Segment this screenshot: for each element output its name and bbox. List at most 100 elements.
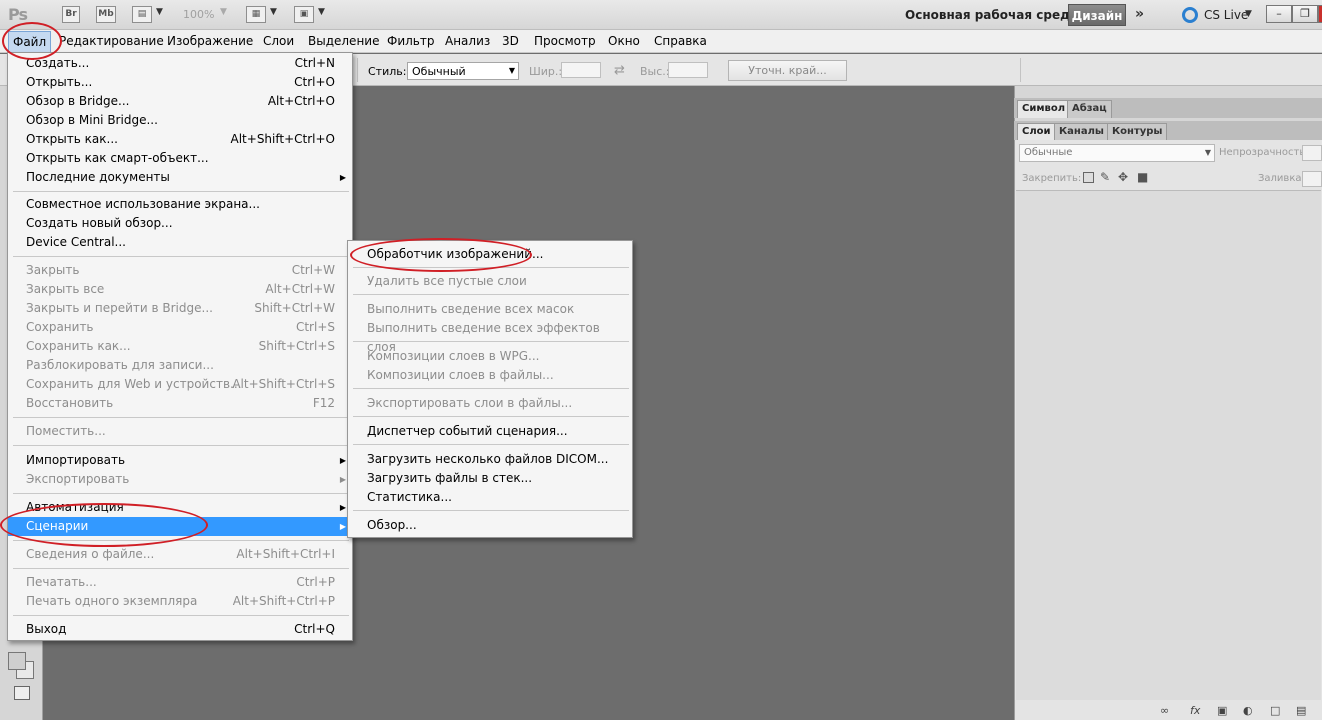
menu-item-label: Обзор в Mini Bridge... bbox=[26, 113, 158, 127]
mini-bridge-button[interactable]: Mb bbox=[96, 6, 116, 23]
file-place[interactable]: Поместить... bbox=[8, 422, 352, 441]
menu-file[interactable]: Файл bbox=[8, 31, 52, 53]
file-save-for-web[interactable]: Сохранить для Web и устройств... Alt+Shif… bbox=[8, 375, 352, 394]
scripts-flatten-masks[interactable]: Выполнить сведение всех масок bbox=[348, 300, 632, 319]
cs-live-dropdown-icon[interactable]: ▼ bbox=[1245, 9, 1252, 19]
extras-icon[interactable]: ▤ bbox=[132, 6, 152, 23]
menu-item-label: Диспетчер событий сценария... bbox=[367, 424, 568, 438]
workspace-design-button[interactable]: Дизайн bbox=[1068, 4, 1126, 26]
menu-item-shortcut: Alt+Shift+Ctrl+P bbox=[232, 594, 335, 608]
screen-mode-dropdown-icon[interactable]: ▼ bbox=[318, 7, 325, 17]
arrange-dropdown-icon[interactable]: ▼ bbox=[270, 7, 277, 17]
lock-all-icon[interactable]: ■ bbox=[1137, 170, 1148, 184]
submenu-arrow-icon: ▶ bbox=[339, 503, 346, 512]
file-export[interactable]: Экспортировать ▶ bbox=[8, 470, 352, 489]
file-close[interactable]: Закрыть Ctrl+W bbox=[8, 261, 352, 280]
scripts-load-stack[interactable]: Загрузить файлы в стек... bbox=[348, 469, 632, 488]
more-workspaces-icon[interactable]: » bbox=[1135, 6, 1144, 22]
bridge-button[interactable]: Br bbox=[62, 6, 80, 23]
scripts-statistics[interactable]: Статистика... bbox=[348, 488, 632, 507]
arrange-documents-icon[interactable]: ▦ bbox=[246, 6, 266, 23]
menu-select[interactable]: Выделение bbox=[308, 34, 379, 48]
scripts-image-processor[interactable]: Обработчик изображений... bbox=[348, 245, 632, 264]
width-input[interactable] bbox=[561, 62, 601, 78]
cs-live-menu[interactable]: CS Live bbox=[1204, 8, 1248, 22]
file-save[interactable]: Сохранить Ctrl+S bbox=[8, 318, 352, 337]
file-print[interactable]: Печатать... Ctrl+P bbox=[8, 573, 352, 592]
menu-filter[interactable]: Фильтр bbox=[387, 34, 434, 48]
lock-pixels-icon[interactable]: ✎ bbox=[1100, 170, 1110, 184]
refine-edge-button[interactable]: Уточн. край... bbox=[728, 60, 847, 81]
menu-separator bbox=[353, 444, 629, 445]
tab-channels[interactable]: Каналы bbox=[1054, 123, 1109, 141]
scripts-delete-empty-layers[interactable]: Удалить все пустые слои bbox=[348, 272, 632, 291]
style-select[interactable]: Обычный ▼ bbox=[407, 62, 519, 80]
zoom-dropdown-icon[interactable]: ▼ bbox=[220, 7, 227, 17]
menu-layers[interactable]: Слои bbox=[263, 34, 294, 48]
lock-transparency-icon[interactable] bbox=[1083, 172, 1094, 183]
menu-3d[interactable]: 3D bbox=[502, 34, 519, 48]
menu-image[interactable]: Изображение bbox=[167, 34, 253, 48]
file-exit[interactable]: Выход Ctrl+Q bbox=[8, 620, 352, 639]
scripts-flatten-effects[interactable]: Выполнить сведение всех эффектов слоя bbox=[348, 319, 632, 354]
menu-edit[interactable]: Редактирование bbox=[59, 34, 164, 48]
menu-window[interactable]: Окно bbox=[608, 34, 640, 48]
file-print-one-copy[interactable]: Печать одного экземпляра Alt+Shift+Ctrl+P bbox=[8, 592, 352, 611]
file-revert[interactable]: Восстановить F12 bbox=[8, 394, 352, 413]
menu-analysis[interactable]: Анализ bbox=[445, 34, 490, 48]
layer-style-icon[interactable]: fx bbox=[1190, 704, 1200, 717]
restore-icon[interactable]: ❐ bbox=[1292, 5, 1318, 23]
screen-mode-icon[interactable]: ▣ bbox=[294, 6, 314, 23]
tab-paths[interactable]: Контуры bbox=[1107, 123, 1168, 141]
workspace-essentials[interactable]: Основная рабочая среда bbox=[905, 8, 1078, 22]
file-check-in[interactable]: Разблокировать для записи... bbox=[8, 356, 352, 375]
tab-paragraph[interactable]: Абзац bbox=[1067, 100, 1112, 118]
new-group-icon[interactable]: □ bbox=[1270, 704, 1280, 717]
file-open-smart-object[interactable]: Открыть как смарт-объект... bbox=[8, 149, 352, 168]
file-info[interactable]: Сведения о файле... Alt+Shift+Ctrl+I bbox=[8, 545, 352, 564]
scripts-events-manager[interactable]: Диспетчер событий сценария... bbox=[348, 422, 632, 441]
tab-character[interactable]: Символ bbox=[1017, 100, 1071, 118]
foreground-color-swatch[interactable] bbox=[8, 652, 26, 670]
scripts-browse[interactable]: Обзор... bbox=[348, 516, 632, 535]
file-automate[interactable]: Автоматизация ▶ bbox=[8, 498, 352, 517]
zoom-level[interactable]: 100% bbox=[183, 8, 214, 21]
tab-layers[interactable]: Слои bbox=[1017, 123, 1056, 141]
menu-view[interactable]: Просмотр bbox=[534, 34, 596, 48]
opacity-input[interactable] bbox=[1302, 145, 1322, 161]
scripts-comps-to-wpg[interactable]: Композиции слоев в WPG... bbox=[348, 347, 632, 366]
swap-dimensions-icon[interactable]: ⇄ bbox=[614, 63, 625, 78]
fill-input[interactable] bbox=[1302, 171, 1322, 187]
file-create-review[interactable]: Создать новый обзор... bbox=[8, 214, 352, 233]
file-import[interactable]: Импортировать ▶ bbox=[8, 451, 352, 470]
file-browse-bridge[interactable]: Обзор в Bridge... Alt+Ctrl+O bbox=[8, 92, 352, 111]
adjustment-layer-icon[interactable]: ◐ bbox=[1243, 704, 1253, 717]
menu-help[interactable]: Справка bbox=[654, 34, 707, 48]
file-open-as[interactable]: Открыть как... Alt+Shift+Ctrl+O bbox=[8, 130, 352, 149]
height-input[interactable] bbox=[668, 62, 708, 78]
cs-live-icon[interactable] bbox=[1182, 7, 1198, 23]
file-browse-mini-bridge[interactable]: Обзор в Mini Bridge... bbox=[8, 111, 352, 130]
file-share-screen[interactable]: Совместное использование экрана... bbox=[8, 195, 352, 214]
scripts-export-layers[interactable]: Экспортировать слои в файлы... bbox=[348, 394, 632, 413]
file-open[interactable]: Открыть... Ctrl+O bbox=[8, 73, 352, 92]
file-close-all[interactable]: Закрыть все Alt+Ctrl+W bbox=[8, 280, 352, 299]
file-scripts[interactable]: Сценарии ▶ bbox=[8, 517, 352, 536]
add-mask-icon[interactable]: ▣ bbox=[1217, 704, 1227, 717]
file-device-central[interactable]: Device Central... bbox=[8, 233, 352, 252]
scripts-load-dicom[interactable]: Загрузить несколько файлов DICOM... bbox=[348, 450, 632, 469]
close-icon[interactable] bbox=[1318, 5, 1322, 23]
file-recent[interactable]: Последние документы ▶ bbox=[8, 168, 352, 187]
file-save-as[interactable]: Сохранить как... Shift+Ctrl+S bbox=[8, 337, 352, 356]
extras-dropdown-icon[interactable]: ▼ bbox=[156, 7, 163, 17]
link-layers-icon[interactable]: ∞ bbox=[1160, 704, 1169, 717]
blend-mode-select[interactable]: Обычные ▼ bbox=[1019, 144, 1215, 162]
scripts-comps-to-files[interactable]: Композиции слоев в файлы... bbox=[348, 366, 632, 385]
minimize-icon[interactable]: – bbox=[1266, 5, 1292, 23]
lock-position-icon[interactable]: ✥ bbox=[1118, 170, 1128, 184]
file-close-go-bridge[interactable]: Закрыть и перейти в Bridge... Shift+Ctrl+… bbox=[8, 299, 352, 318]
new-layer-icon[interactable]: ▤ bbox=[1296, 704, 1306, 717]
layers-list[interactable] bbox=[1016, 190, 1321, 700]
file-new[interactable]: Создать... Ctrl+N bbox=[8, 54, 352, 73]
quick-mask-icon[interactable] bbox=[14, 686, 30, 700]
